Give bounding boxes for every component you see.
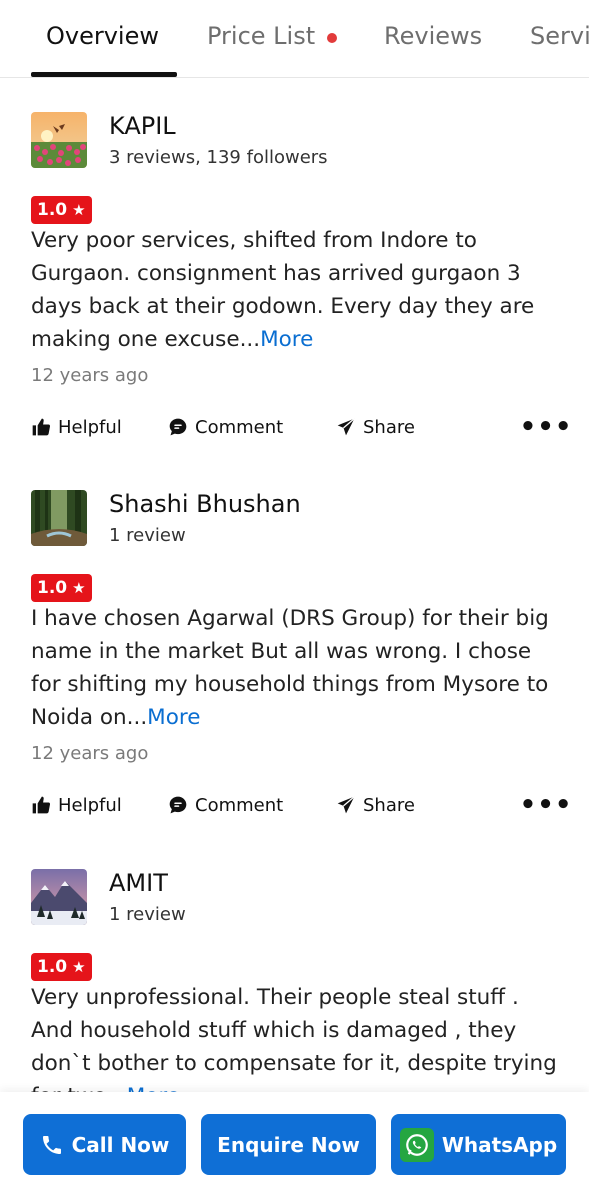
tab-overview[interactable]: Overview	[46, 22, 159, 50]
review-author-meta: 1 review	[109, 904, 186, 925]
review-time: 12 years ago	[31, 365, 149, 386]
new-indicator-dot	[327, 33, 337, 43]
thumbs-up-icon	[32, 418, 51, 436]
rating-value: 1.0	[37, 578, 68, 598]
rating-badge: 1.0 ★	[31, 196, 92, 224]
whatsapp-label: WhatsApp	[441, 1132, 558, 1157]
star-icon: ★	[72, 201, 86, 219]
review-text: Very poor services, shifted from Indore …	[31, 224, 561, 356]
whatsapp-button[interactable]: WhatsApp	[391, 1114, 566, 1175]
avatar[interactable]	[31, 490, 87, 546]
star-icon: ★	[72, 958, 86, 976]
review-text: I have chosen Agarwal (DRS Group) for th…	[31, 602, 561, 734]
rating-value: 1.0	[37, 957, 68, 977]
review-text: Very unprofessional. Their people steal …	[31, 981, 561, 1099]
thumbs-up-icon	[32, 796, 51, 814]
rating-badge: 1.0 ★	[31, 574, 92, 602]
share-label: Share	[363, 794, 415, 816]
star-icon: ★	[72, 579, 86, 597]
review-actions: Helpful Comment Share •••	[31, 790, 572, 820]
active-tab-indicator	[31, 72, 177, 77]
review-card: KAPIL 3 reviews, 139 followers 1.0 ★ Very…	[31, 112, 572, 452]
comment-label: Comment	[195, 416, 284, 438]
rating-badge: 1.0 ★	[31, 953, 92, 981]
more-options-icon[interactable]: •••	[520, 790, 572, 820]
call-now-label: Call Now	[71, 1132, 170, 1157]
comment-button[interactable]: Comment	[168, 790, 283, 820]
share-icon	[337, 796, 355, 814]
share-button[interactable]: Share	[336, 412, 415, 442]
helpful-label: Helpful	[58, 794, 122, 816]
rating-value: 1.0	[37, 200, 68, 220]
helpful-button[interactable]: Helpful	[31, 412, 122, 442]
helpful-label: Helpful	[58, 416, 122, 438]
share-icon	[337, 418, 355, 436]
avatar[interactable]	[31, 112, 87, 168]
more-options-icon[interactable]: •••	[520, 412, 572, 442]
review-card: AMIT 1 review 1.0 ★ Very unprofessional. …	[31, 869, 561, 1099]
review-time: 12 years ago	[31, 743, 149, 764]
read-more-link[interactable]: More	[147, 705, 200, 730]
read-more-link[interactable]: More	[260, 327, 313, 352]
review-text-body: I have chosen Agarwal (DRS Group) for th…	[31, 606, 549, 730]
share-button[interactable]: Share	[336, 790, 415, 820]
review-author-meta: 1 review	[109, 525, 186, 546]
comment-icon	[169, 796, 187, 814]
review-actions: Helpful Comment Share •••	[31, 412, 572, 442]
tab-price-list[interactable]: Price List	[207, 22, 315, 50]
review-author[interactable]: Shashi Bhushan	[109, 490, 301, 518]
tab-services[interactable]: Servi	[530, 22, 589, 50]
review-text-body: Very unprofessional. Their people steal …	[31, 985, 557, 1099]
enquire-now-label: Enquire Now	[217, 1132, 360, 1157]
share-label: Share	[363, 416, 415, 438]
tab-bar: Overview Price List Reviews Servi	[0, 0, 589, 78]
call-now-button[interactable]: Call Now	[23, 1114, 186, 1175]
helpful-button[interactable]: Helpful	[31, 790, 122, 820]
review-author[interactable]: AMIT	[109, 869, 168, 897]
comment-icon	[169, 418, 187, 436]
review-author[interactable]: KAPIL	[109, 112, 176, 140]
phone-icon	[42, 1135, 61, 1154]
review-card: Shashi Bhushan 1 review 1.0 ★ I have chos…	[31, 490, 572, 830]
avatar[interactable]	[31, 869, 87, 925]
review-author-meta: 3 reviews, 139 followers	[109, 147, 328, 168]
whatsapp-icon	[399, 1127, 434, 1162]
enquire-now-button[interactable]: Enquire Now	[201, 1114, 376, 1175]
tab-reviews[interactable]: Reviews	[384, 22, 482, 50]
comment-label: Comment	[195, 794, 284, 816]
bottom-action-bar: Call Now Enquire Now WhatsApp	[0, 1092, 589, 1200]
comment-button[interactable]: Comment	[168, 412, 283, 442]
